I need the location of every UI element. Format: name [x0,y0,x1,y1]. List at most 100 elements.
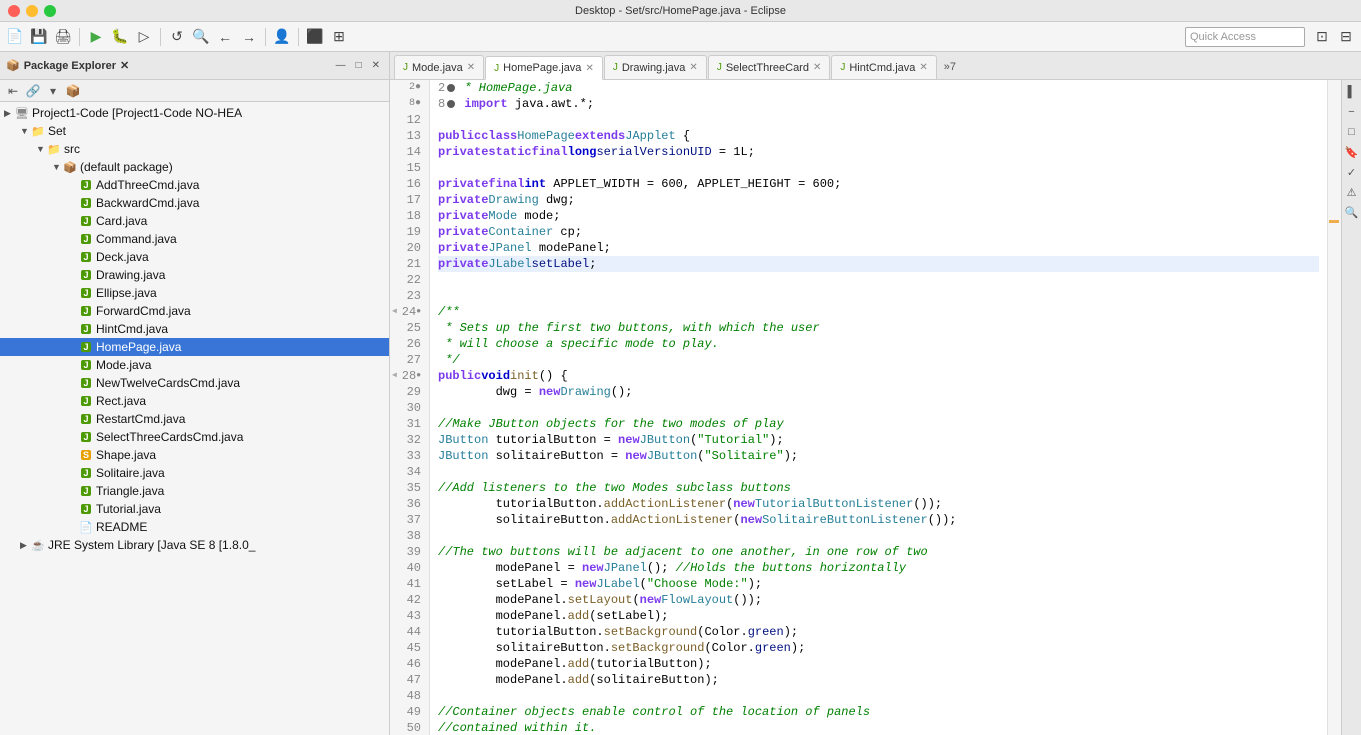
tree-arrow: ▼ [52,162,62,172]
view-menu-button[interactable]: ▾ [44,82,62,100]
tree-icon: J [78,412,94,426]
tab-close-icon[interactable]: ✕ [689,62,697,73]
package-view-button[interactable]: 📦 [64,82,82,100]
close-button[interactable] [8,5,20,17]
tree-item-21[interactable]: J Triangle.java [0,482,389,500]
tree-icon: J [78,196,94,210]
run-last-button[interactable]: ▷ [133,26,155,48]
quick-access-box[interactable]: Quick Access [1185,27,1305,47]
code-header-line-1: 2 * HomePage.java [438,80,1319,96]
tree-item-12[interactable]: J HintCmd.java [0,320,389,338]
tree-item-19[interactable]: S Shape.java [0,446,389,464]
save-button[interactable]: 💾 [28,26,50,48]
tab-close-icon[interactable]: ✕ [813,62,821,73]
tab-label: Drawing.java [622,62,686,74]
tab-close-icon[interactable]: ✕ [919,62,927,73]
code-line-50: //contained within it. [438,720,1319,735]
line-num-25: 25 [390,320,425,336]
new-window[interactable]: ⬛ [304,26,326,48]
tree-item-22[interactable]: J Tutorial.java [0,500,389,518]
editor-tab-2[interactable]: J Drawing.java ✕ [604,55,707,79]
line-num-15: 15 [390,160,425,176]
maximize-button[interactable] [44,5,56,17]
code-line-49: //Container objects enable control of th… [438,704,1319,720]
line-num-20: 20 [390,240,425,256]
tab-file-icon: J [613,62,618,73]
tree-item-label: AddThreeCmd.java [96,178,199,192]
code-area[interactable]: 2 * HomePage.java8 import java.awt.*; pu… [430,80,1327,735]
collapse-all-button[interactable]: ⇤ [4,82,22,100]
tree-item-24[interactable]: ▶ ☕ JRE System Library [Java SE 8 [1.8.0… [0,536,389,554]
tree-icon: J [78,484,94,498]
close-sidebar-button[interactable]: ✕ [369,59,383,72]
tree-item-15[interactable]: J NewTwelveCardsCmd.java [0,374,389,392]
maximize-editor-icon[interactable]: □ [1344,124,1360,140]
run-button[interactable]: ▶ [85,26,107,48]
search-results-icon[interactable]: 🔍 [1344,204,1360,220]
tree-item-3[interactable]: ▼ 📦 (default package) [0,158,389,176]
tasks-icon[interactable]: ✓ [1344,164,1360,180]
line-num-21: 21 [390,256,425,272]
bookmark-icon[interactable]: 🔖 [1344,144,1360,160]
line-num-46: 46 [390,656,425,672]
tree-item-6[interactable]: J Card.java [0,212,389,230]
tree-item-10[interactable]: J Ellipse.java [0,284,389,302]
print-button[interactable]: 🖨 [52,26,74,48]
file-button[interactable]: 📄 [4,26,26,48]
package-explorer-icon: 📦 [6,59,20,72]
minimize-sidebar-button[interactable]: — [333,59,349,72]
refresh-button[interactable]: ↺ [166,26,188,48]
problems-icon[interactable]: ⚠ [1344,184,1360,200]
user-button[interactable]: 👤 [271,26,293,48]
layout-button[interactable]: ⊞ [328,26,350,48]
editor-tab-3[interactable]: J SelectThreeCard ✕ [708,55,831,79]
minimize-button[interactable] [26,5,38,17]
tree-arrow: ▼ [20,126,30,136]
tree-item-2[interactable]: ▼ 📁 src [0,140,389,158]
tree-icon: 📄 [78,520,94,534]
perspective-button[interactable]: ⊡ [1311,26,1333,48]
code-line-23 [438,288,1319,304]
editor-tab-5[interactable]: »7 [938,55,962,79]
nav-forward[interactable]: → [238,26,260,48]
tab-close-icon[interactable]: ✕ [467,62,475,73]
tree-item-9[interactable]: J Drawing.java [0,266,389,284]
tree-item-13[interactable]: J HomePage.java [0,338,389,356]
tree-item-0[interactable]: ▶ 🖥 Project1-Code [Project1-Code NO-HEA [0,104,389,122]
tree-item-16[interactable]: J Rect.java [0,392,389,410]
tree-item-14[interactable]: J Mode.java [0,356,389,374]
code-line-12 [438,112,1319,128]
tab-label: SelectThreeCard [726,62,809,74]
tree-item-11[interactable]: J ForwardCmd.java [0,302,389,320]
sidebar: 📦 Package Explorer ✕ — □ ✕ ⇤ 🔗 ▾ 📦 ▶ 🖥 P… [0,52,390,735]
tree-item-7[interactable]: J Command.java [0,230,389,248]
tab-close-icon[interactable]: ✕ [585,63,593,74]
tree-item-20[interactable]: J Solitaire.java [0,464,389,482]
search-button[interactable]: 🔍 [190,26,212,48]
maximize-sidebar-button[interactable]: □ [353,59,365,72]
tree-item-1[interactable]: ▼ 📁 Set [0,122,389,140]
sidebar-title: Package Explorer [24,60,116,72]
link-editor-button[interactable]: 🔗 [24,82,42,100]
tree-icon: J [78,178,94,192]
open-perspective[interactable]: ⊟ [1335,26,1357,48]
minimize-editor-icon[interactable]: − [1344,104,1360,120]
tree-item-23[interactable]: 📄 README [0,518,389,536]
code-line-18: private Mode mode; [438,208,1319,224]
sidebar-title-area: 📦 Package Explorer ✕ [6,59,129,72]
sidebar-toolbar: ⇤ 🔗 ▾ 📦 [0,80,389,102]
editor-tab-0[interactable]: J Mode.java ✕ [394,55,484,79]
nav-back[interactable]: ← [214,26,236,48]
tree-item-label: Drawing.java [96,268,165,282]
line-num-16: 16 [390,176,425,192]
line-numbers: 2●8●121314151617181920212223◀24●252627◀2… [390,80,430,735]
tree-item-8[interactable]: J Deck.java [0,248,389,266]
tree-item-5[interactable]: J BackwardCmd.java [0,194,389,212]
tree-item-18[interactable]: J SelectThreeCardsCmd.java [0,428,389,446]
sep1 [79,28,80,46]
tree-item-17[interactable]: J RestartCmd.java [0,410,389,428]
editor-tab-4[interactable]: J HintCmd.java ✕ [831,55,936,79]
editor-tab-1[interactable]: J HomePage.java ✕ [485,56,603,80]
tree-item-4[interactable]: J AddThreeCmd.java [0,176,389,194]
debug-button[interactable]: 🐛 [109,26,131,48]
